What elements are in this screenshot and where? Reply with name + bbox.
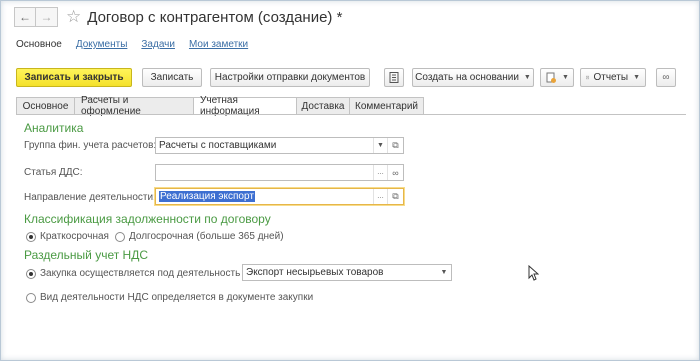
direction-field[interactable]: Реализация экспорт … ⧉ (155, 188, 404, 205)
save-button[interactable]: Записать (142, 68, 202, 87)
nav-link-tasks[interactable]: Задачи (141, 39, 175, 50)
radio-purchase-activity[interactable] (26, 268, 36, 279)
tab-accounting-info[interactable]: Учетная информация (194, 95, 297, 117)
direction-value: Реализация экспорт (156, 191, 373, 202)
nav-link-documents[interactable]: Документы (76, 39, 128, 50)
tab-main[interactable]: Основное (16, 97, 75, 115)
chevron-down-icon[interactable]: ▼ (373, 138, 387, 153)
create-based-label: Создать на основании (415, 72, 519, 83)
radio-doc-defined[interactable] (26, 292, 36, 303)
title-bar: ← → ☆ Договор с контрагентом (создание) … (14, 6, 342, 28)
save-and-close-button[interactable]: Записать и закрыть (16, 68, 132, 87)
document-print-icon (546, 72, 557, 83)
dds-label: Статья ДДС: (24, 167, 83, 178)
fin-group-value: Расчеты с поставщиками (159, 140, 277, 151)
arrow-right-icon: → (40, 10, 53, 24)
list-icon (389, 72, 399, 83)
dds-field[interactable]: … ∞ (155, 164, 404, 181)
forward-button[interactable]: → (36, 7, 58, 27)
ellipsis-icon[interactable]: … (373, 165, 387, 180)
fin-group-field[interactable]: Расчеты с поставщиками ▼ ⧉ (155, 137, 404, 154)
send-settings-button[interactable]: Настройки отправки документов (210, 68, 370, 87)
print-button[interactable]: ▼ (540, 68, 574, 87)
direction-value-text: Реализация экспорт (159, 191, 255, 202)
long-term-label: Долгосрочная (больше 365 дней) (128, 231, 284, 242)
report-icon (586, 75, 590, 80)
create-based-on-button[interactable]: Создать на основании ▼ (412, 68, 534, 87)
send-settings-label: Настройки отправки документов (214, 72, 366, 83)
vat-activity-field[interactable]: Экспорт несырьевых товаров ▼ (242, 264, 452, 281)
vat-purchase-option: Закупка осуществляется под деятельность (26, 268, 240, 279)
short-term-label: Краткосрочная (40, 231, 109, 242)
radio-long-term[interactable] (114, 231, 125, 242)
vat-doc-option: Вид деятельности НДС определяется в доку… (26, 292, 313, 303)
page-title: Договор с контрагентом (создание) * (87, 8, 343, 26)
back-button[interactable]: ← (14, 7, 36, 27)
doc-defined-label: Вид деятельности НДС определяется в доку… (40, 292, 314, 303)
paperclip-icon: ∞ (662, 72, 670, 83)
chevron-down-icon: ▼ (633, 74, 640, 81)
arrow-left-icon: ← (19, 10, 31, 24)
vat-activity-value: Экспорт несырьевых товаров (246, 267, 384, 278)
reports-label: Отчеты (593, 72, 629, 83)
tab-comment[interactable]: Комментарий (350, 97, 424, 115)
mouse-cursor-icon (528, 265, 539, 281)
save-and-close-label: Записать и закрыть (24, 72, 124, 83)
fin-group-label: Группа фин. учета расчетов: (24, 140, 157, 151)
open-form-icon[interactable]: ⧉ (387, 189, 403, 204)
reports-button[interactable]: Отчеты ▼ (580, 68, 646, 87)
form-nav-links: Основное Документы Задачи Мои заметки (16, 39, 248, 50)
purchase-activity-label: Закупка осуществляется под деятельность (40, 268, 241, 279)
radio-short-term[interactable] (26, 231, 36, 242)
attach-button[interactable]: ∞ (656, 68, 676, 87)
chevron-down-icon: ▼ (562, 74, 569, 81)
link-icon[interactable]: ∞ (387, 165, 403, 180)
chevron-down-icon[interactable]: ▼ (437, 265, 451, 280)
open-form-icon[interactable]: ⧉ (387, 138, 403, 153)
debt-classification-heading: Классификация задолженности по договору (24, 212, 271, 226)
form-tabs: Основное Расчеты и оформление Учетная ин… (16, 95, 424, 117)
tab-payments[interactable]: Расчеты и оформление (75, 95, 194, 117)
direction-label: Направление деятельности: (24, 192, 156, 203)
tab-delivery[interactable]: Доставка (297, 97, 350, 115)
structure-button[interactable] (384, 68, 404, 87)
tab-divider (16, 114, 686, 115)
favorite-star-icon[interactable]: ☆ (66, 7, 81, 27)
analytics-heading: Аналитика (24, 121, 84, 135)
vat-heading: Раздельный учет НДС (24, 248, 149, 262)
save-label: Записать (150, 72, 194, 83)
nav-link-main[interactable]: Основное (16, 39, 62, 50)
command-bar: Записать и закрыть Записать Настройки от… (16, 68, 676, 87)
chevron-down-icon: ▼ (523, 74, 531, 81)
ellipsis-icon[interactable]: … (373, 189, 387, 204)
nav-link-notes[interactable]: Мои заметки (189, 39, 248, 50)
debt-classification-options: Краткосрочная Долгосрочная (больше 365 д… (26, 231, 284, 242)
